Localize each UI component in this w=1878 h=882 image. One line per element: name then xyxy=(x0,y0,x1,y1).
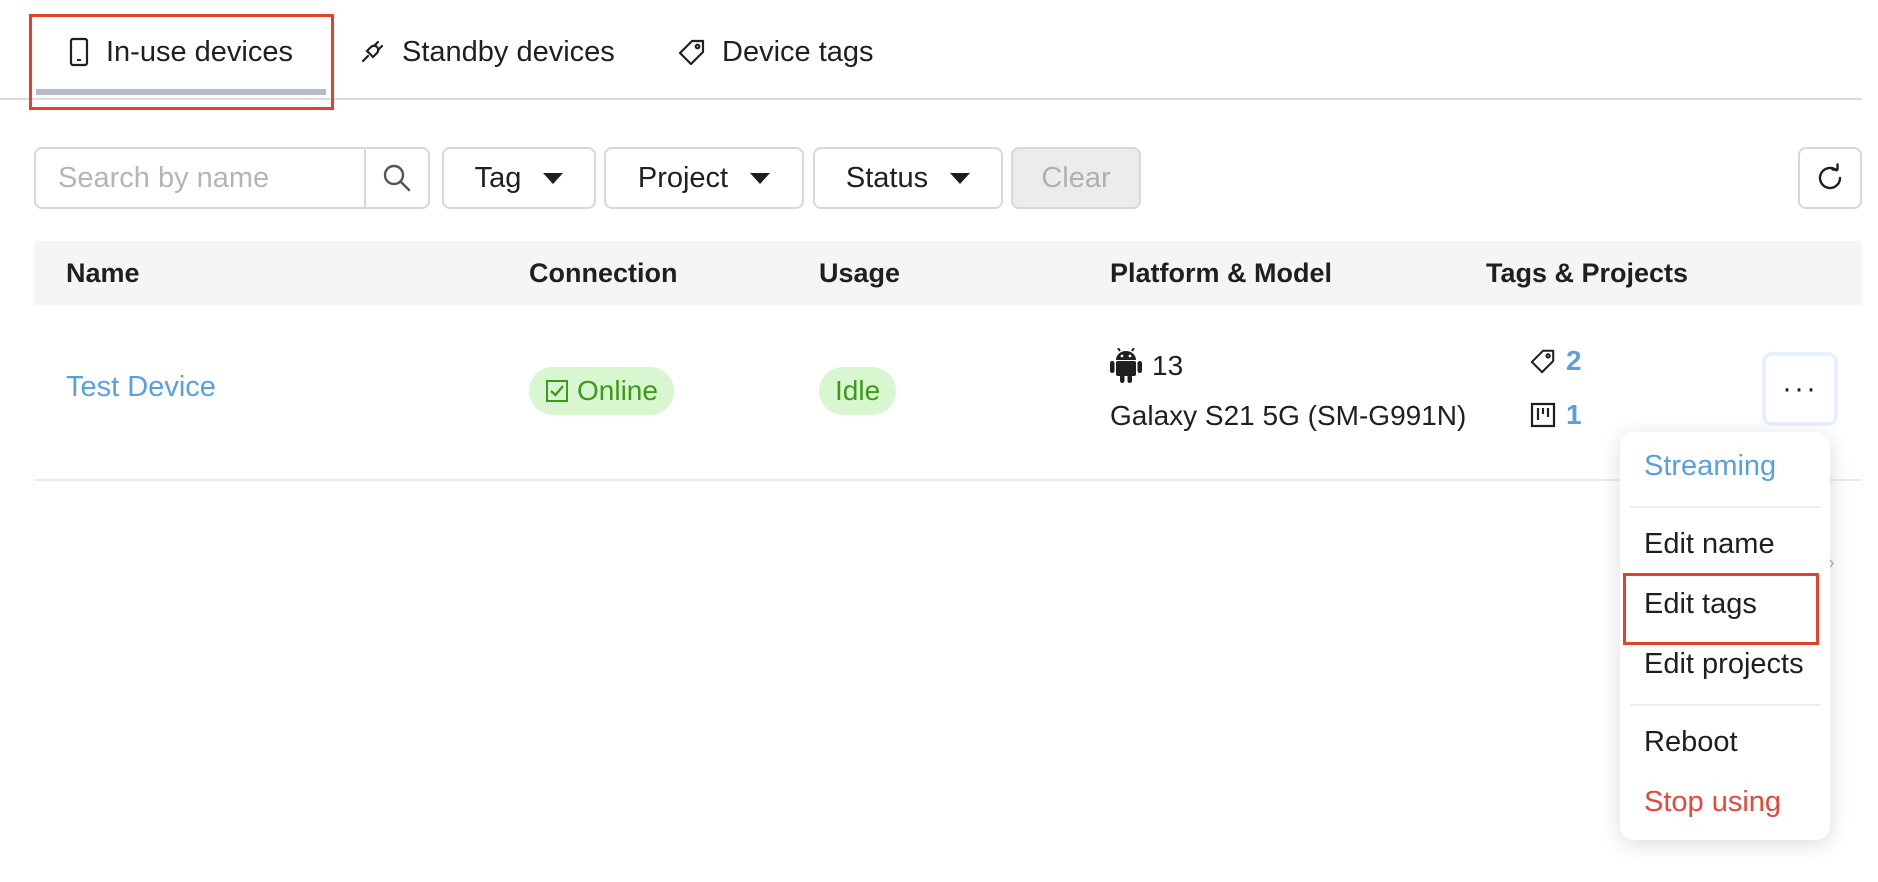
search-input[interactable] xyxy=(36,149,364,207)
android-icon xyxy=(1110,348,1142,383)
connection-status-text: Online xyxy=(577,375,658,406)
clear-button-label: Clear xyxy=(1041,161,1111,194)
column-header-connection[interactable]: Connection xyxy=(529,241,678,305)
device-name-link[interactable]: Test Device xyxy=(66,371,216,404)
tab-label: Standby devices xyxy=(402,35,615,68)
menu-item-stop-using[interactable]: Stop using xyxy=(1644,786,1781,819)
projects-count: 1 xyxy=(1566,399,1582,430)
tags-count-link[interactable]: 2 xyxy=(1530,345,1582,377)
more-actions-button[interactable]: ··· xyxy=(1762,352,1838,426)
tag-filter-dropdown[interactable]: Tag xyxy=(442,147,596,209)
plug-icon xyxy=(361,40,384,63)
projects-count-link[interactable]: 1 xyxy=(1530,399,1582,431)
project-filter-dropdown[interactable]: Project xyxy=(604,147,804,209)
tag-icon xyxy=(678,39,705,66)
column-header-usage[interactable]: Usage xyxy=(819,241,900,305)
search-icon xyxy=(383,164,411,192)
project-filter-label: Project xyxy=(637,161,729,194)
menu-item-edit-projects[interactable]: Edit projects xyxy=(1644,648,1804,681)
highlight-box-tab xyxy=(29,14,334,110)
clear-button[interactable]: Clear xyxy=(1011,147,1141,209)
search-box xyxy=(34,147,430,209)
tab-standby-devices[interactable]: Standby devices xyxy=(358,22,615,82)
menu-item-edit-name[interactable]: Edit name xyxy=(1644,528,1775,561)
platform-version: 13 xyxy=(1110,348,1183,384)
menu-item-streaming[interactable]: Streaming xyxy=(1644,450,1776,483)
tag-filter-label: Tag xyxy=(474,161,522,194)
column-header-tags-projects[interactable]: Tags & Projects xyxy=(1486,241,1688,305)
project-board-icon xyxy=(1530,402,1556,428)
tab-label: Device tags xyxy=(722,35,874,68)
caret-down-icon xyxy=(750,172,771,184)
highlight-box-edit-tags xyxy=(1623,573,1819,645)
usage-status-text: Idle xyxy=(835,375,881,406)
status-filter-label: Status xyxy=(845,161,929,194)
menu-divider xyxy=(1630,506,1820,508)
checkbox-icon xyxy=(546,380,568,402)
more-icon: ··· xyxy=(1782,372,1818,405)
search-button[interactable] xyxy=(364,149,428,207)
table-row: Test Device Online Idle 13 Galaxy S21 5G… xyxy=(34,305,1862,481)
device-model: Galaxy S21 5G (SM-G991N) xyxy=(1110,400,1467,431)
column-header-platform-model[interactable]: Platform & Model xyxy=(1110,241,1332,305)
menu-item-reboot[interactable]: Reboot xyxy=(1644,726,1738,759)
tags-count: 2 xyxy=(1566,345,1582,376)
menu-divider xyxy=(1630,704,1820,706)
connection-status-badge: Online xyxy=(529,367,674,415)
refresh-icon xyxy=(1818,163,1842,190)
refresh-button[interactable] xyxy=(1798,147,1862,209)
table-header: Name Connection Usage Platform & Model T… xyxy=(34,241,1862,305)
caret-down-icon xyxy=(543,172,564,184)
status-filter-dropdown[interactable]: Status xyxy=(813,147,1003,209)
tag-icon xyxy=(1530,349,1555,374)
caret-down-icon xyxy=(950,172,971,184)
usage-status-badge: Idle xyxy=(819,367,897,415)
platform-version-text: 13 xyxy=(1152,350,1184,381)
tab-device-tags[interactable]: Device tags xyxy=(678,22,874,82)
column-header-name[interactable]: Name xyxy=(66,241,140,305)
